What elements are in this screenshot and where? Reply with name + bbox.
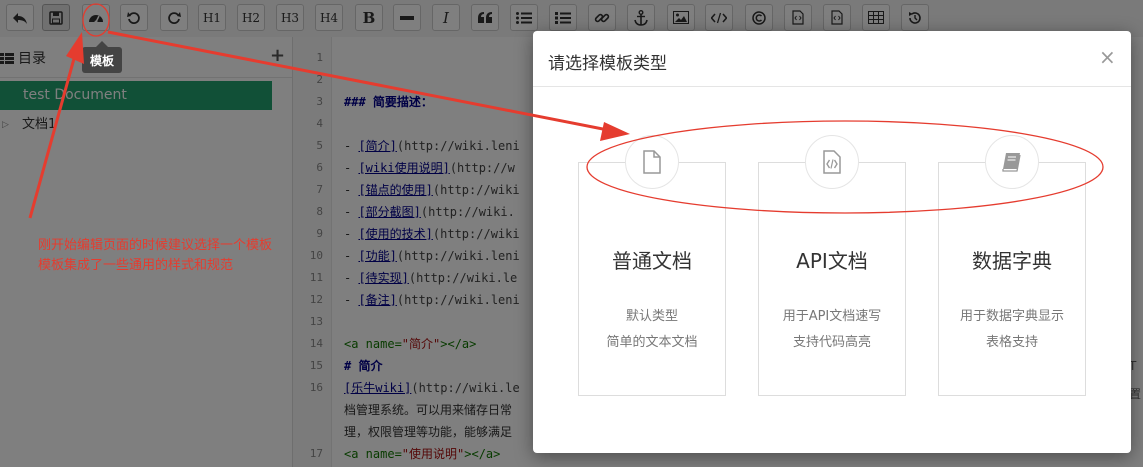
card-description: 默认类型 — [625, 309, 678, 324]
template-card-api[interactable]: API文档 用于API文档速写 支持代码高亮 — [758, 135, 906, 396]
close-button[interactable]: × — [1099, 45, 1116, 69]
card-icon-circle — [985, 135, 1039, 189]
annotation-note-line: 模板集成了一些通用的样式和规范 — [38, 258, 234, 273]
book-icon — [1002, 153, 1021, 172]
template-card-dictionary[interactable]: 数据字典 用于数据字典显示 表格支持 — [938, 135, 1086, 396]
card-title: API文档 — [796, 249, 868, 273]
card-description: 用于数据字典显示 — [959, 309, 1064, 324]
card-icon-circle — [805, 135, 859, 189]
file-code-icon — [823, 150, 841, 174]
template-tooltip: 模板 — [82, 41, 122, 73]
card-icon-circle — [625, 135, 679, 189]
card-title: 数据字典 — [972, 249, 1052, 273]
annotation-note-line: 刚开始编辑页面的时候建议选择一个模板 — [38, 238, 273, 253]
annotation-note: 刚开始编辑页面的时候建议选择一个模板 模板集成了一些通用的样式和规范 — [38, 236, 326, 276]
card-description: 表格支持 — [985, 335, 1038, 350]
card-description: 简单的文本文档 — [606, 335, 698, 350]
card-description: 用于API文档速写 — [782, 309, 882, 324]
modal-header: 请选择模板类型 × — [533, 31, 1131, 87]
file-icon — [643, 150, 661, 174]
template-card-normal[interactable]: 普通文档 默认类型 简单的文本文档 — [578, 135, 726, 396]
card-description: 支持代码高亮 — [792, 335, 871, 350]
modal-title: 请选择模板类型 — [548, 54, 667, 74]
template-modal: 请选择模板类型 × 普通文档 默认类型 简单的文本文档 API文档 用于API文… — [533, 31, 1131, 453]
card-title: 普通文档 — [612, 249, 692, 273]
